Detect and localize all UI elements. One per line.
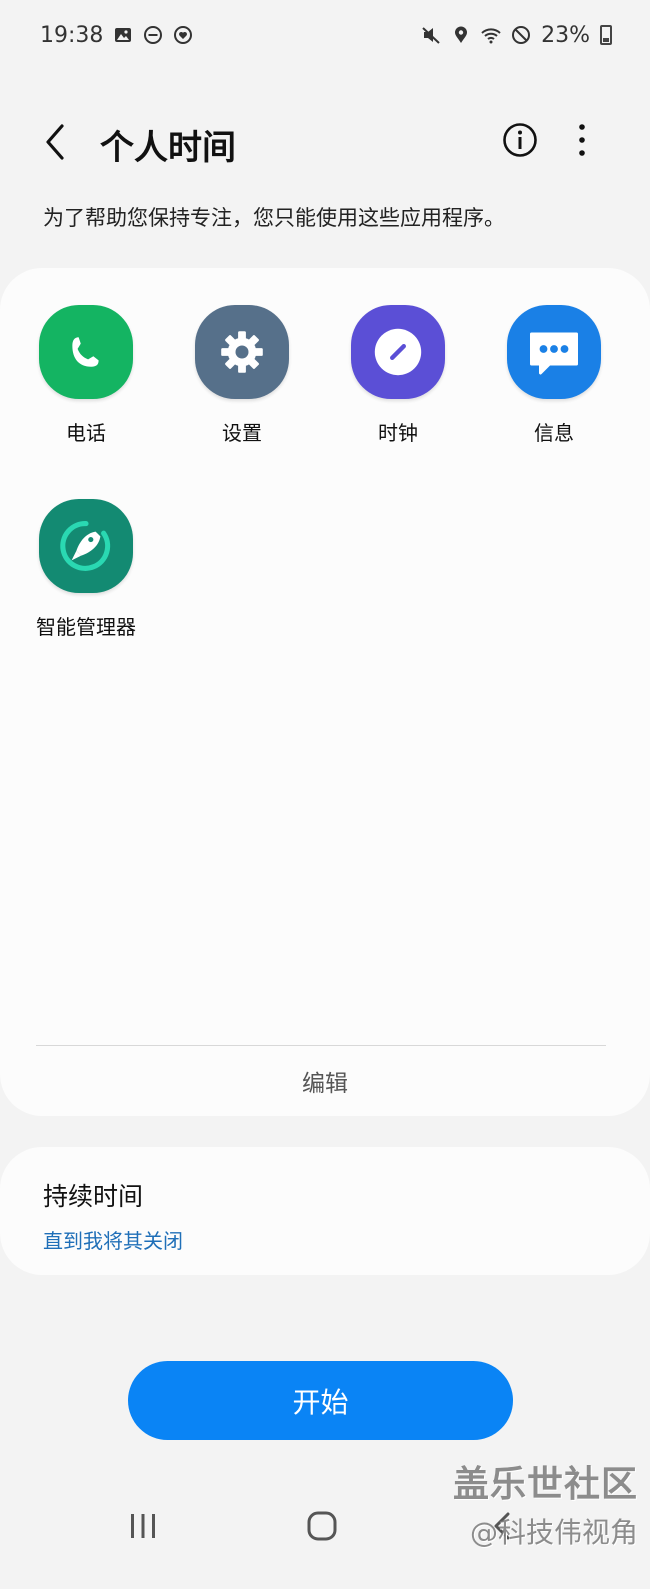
- back-icon: [494, 1512, 510, 1540]
- page-title: 个人时间: [100, 128, 236, 168]
- status-left: 19:38: [40, 23, 193, 48]
- home-button[interactable]: [306, 1510, 338, 1542]
- app-phone[interactable]: 电话: [8, 305, 164, 446]
- start-button[interactable]: 开始: [128, 1361, 513, 1440]
- mute-icon: [421, 25, 441, 45]
- block-icon: [511, 25, 531, 45]
- duration-title: 持续时间: [43, 1182, 144, 1211]
- app-messages[interactable]: 信息: [476, 305, 632, 446]
- battery-icon: [600, 25, 612, 45]
- gallery-icon: [113, 25, 133, 45]
- app-settings[interactable]: 设置: [164, 305, 320, 446]
- more-options-button[interactable]: [572, 122, 592, 158]
- edit-button[interactable]: 编辑: [0, 1046, 650, 1116]
- app-label: 智能管理器: [36, 615, 136, 639]
- duration-setting[interactable]: 持续时间 直到我将其关闭: [0, 1147, 650, 1275]
- recents-button[interactable]: [128, 1512, 158, 1540]
- navigation-bar: [0, 1490, 650, 1562]
- status-right: 23%: [421, 23, 612, 48]
- app-device-care[interactable]: 智能管理器: [8, 499, 164, 640]
- home-icon: [307, 1511, 337, 1541]
- duration-value: 直到我将其关闭: [43, 1229, 183, 1253]
- page-description: 为了帮助您保持专注，您只能使用这些应用程序。: [43, 206, 505, 230]
- wifi-icon: [481, 25, 501, 45]
- message-icon: [507, 305, 601, 399]
- status-time: 19:38: [40, 22, 104, 48]
- nav-back-button[interactable]: [488, 1510, 518, 1542]
- phone-icon: [39, 305, 133, 399]
- more-vertical-icon: [579, 124, 585, 156]
- heart-badge-icon: [173, 25, 193, 45]
- status-bar: 19:38 23%: [0, 0, 650, 70]
- info-button[interactable]: [502, 122, 538, 158]
- rocket-icon: [39, 499, 133, 593]
- app-bar: 个人时间: [0, 100, 650, 184]
- app-label: 信息: [534, 421, 574, 445]
- dnd-icon: [143, 25, 163, 45]
- allowed-apps-card: 电话 设置 时钟 信息 智能管理器 编辑: [0, 268, 650, 1116]
- chevron-left-icon: [46, 124, 64, 160]
- back-button[interactable]: [38, 120, 78, 164]
- location-icon: [451, 25, 471, 45]
- recents-icon: [131, 1514, 155, 1538]
- app-label: 电话: [66, 421, 106, 445]
- gear-icon: [195, 305, 289, 399]
- clock-icon: [351, 305, 445, 399]
- app-clock[interactable]: 时钟: [320, 305, 476, 446]
- app-label: 时钟: [378, 421, 418, 445]
- app-label: 设置: [222, 421, 262, 445]
- battery-percent: 23%: [541, 22, 590, 48]
- info-icon: [503, 123, 537, 157]
